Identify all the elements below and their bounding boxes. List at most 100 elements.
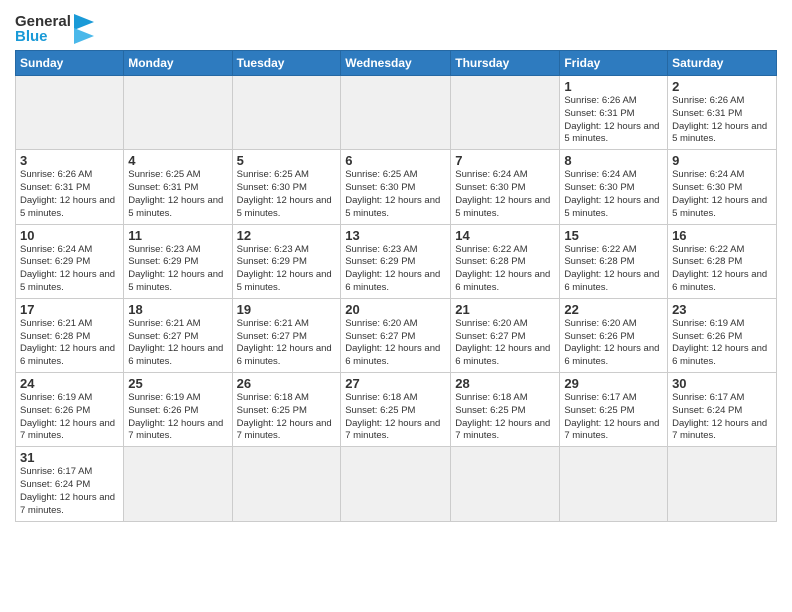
calendar-cell: 5Sunrise: 6:25 AM Sunset: 6:30 PM Daylig… — [232, 150, 341, 224]
calendar-cell: 8Sunrise: 6:24 AM Sunset: 6:30 PM Daylig… — [560, 150, 668, 224]
calendar-cell: 25Sunrise: 6:19 AM Sunset: 6:26 PM Dayli… — [124, 373, 232, 447]
calendar-cell: 1Sunrise: 6:26 AM Sunset: 6:31 PM Daylig… — [560, 76, 668, 150]
calendar-cell: 21Sunrise: 6:20 AM Sunset: 6:27 PM Dayli… — [451, 298, 560, 372]
day-info: Sunrise: 6:19 AM Sunset: 6:26 PM Dayligh… — [672, 318, 772, 369]
calendar-week-row: 31Sunrise: 6:17 AM Sunset: 6:24 PM Dayli… — [16, 447, 777, 521]
calendar-cell: 9Sunrise: 6:24 AM Sunset: 6:30 PM Daylig… — [668, 150, 777, 224]
day-info: Sunrise: 6:26 AM Sunset: 6:31 PM Dayligh… — [564, 95, 663, 146]
day-number: 7 — [455, 153, 555, 168]
day-number: 22 — [564, 302, 663, 317]
logo-text-block: General Blue — [15, 14, 71, 44]
weekday-header-tuesday: Tuesday — [232, 51, 341, 76]
day-info: Sunrise: 6:17 AM Sunset: 6:25 PM Dayligh… — [564, 392, 663, 443]
day-info: Sunrise: 6:24 AM Sunset: 6:30 PM Dayligh… — [455, 169, 555, 220]
weekday-header-thursday: Thursday — [451, 51, 560, 76]
logo-triangle-icon — [74, 14, 94, 44]
day-info: Sunrise: 6:18 AM Sunset: 6:25 PM Dayligh… — [237, 392, 337, 443]
day-info: Sunrise: 6:24 AM Sunset: 6:30 PM Dayligh… — [564, 169, 663, 220]
weekday-header-monday: Monday — [124, 51, 232, 76]
day-info: Sunrise: 6:19 AM Sunset: 6:26 PM Dayligh… — [128, 392, 227, 443]
day-number: 31 — [20, 450, 119, 465]
day-info: Sunrise: 6:20 AM Sunset: 6:27 PM Dayligh… — [345, 318, 446, 369]
day-info: Sunrise: 6:25 AM Sunset: 6:30 PM Dayligh… — [237, 169, 337, 220]
calendar-cell: 7Sunrise: 6:24 AM Sunset: 6:30 PM Daylig… — [451, 150, 560, 224]
calendar-cell — [668, 447, 777, 521]
day-info: Sunrise: 6:21 AM Sunset: 6:27 PM Dayligh… — [128, 318, 227, 369]
day-info: Sunrise: 6:22 AM Sunset: 6:28 PM Dayligh… — [672, 244, 772, 295]
calendar-cell: 22Sunrise: 6:20 AM Sunset: 6:26 PM Dayli… — [560, 298, 668, 372]
day-number: 26 — [237, 376, 337, 391]
calendar-cell — [16, 76, 124, 150]
day-number: 18 — [128, 302, 227, 317]
day-number: 27 — [345, 376, 446, 391]
calendar-cell: 24Sunrise: 6:19 AM Sunset: 6:26 PM Dayli… — [16, 373, 124, 447]
calendar-cell — [341, 447, 451, 521]
logo-area: General Blue — [15, 10, 94, 44]
calendar-cell — [232, 76, 341, 150]
day-info: Sunrise: 6:19 AM Sunset: 6:26 PM Dayligh… — [20, 392, 119, 443]
calendar-cell: 19Sunrise: 6:21 AM Sunset: 6:27 PM Dayli… — [232, 298, 341, 372]
day-number: 21 — [455, 302, 555, 317]
day-info: Sunrise: 6:26 AM Sunset: 6:31 PM Dayligh… — [20, 169, 119, 220]
day-number: 20 — [345, 302, 446, 317]
calendar-table: SundayMondayTuesdayWednesdayThursdayFrid… — [15, 50, 777, 522]
day-info: Sunrise: 6:24 AM Sunset: 6:30 PM Dayligh… — [672, 169, 772, 220]
day-number: 12 — [237, 228, 337, 243]
logo-blue: Blue — [15, 29, 71, 44]
day-number: 28 — [455, 376, 555, 391]
day-number: 5 — [237, 153, 337, 168]
calendar-cell: 29Sunrise: 6:17 AM Sunset: 6:25 PM Dayli… — [560, 373, 668, 447]
calendar-cell: 4Sunrise: 6:25 AM Sunset: 6:31 PM Daylig… — [124, 150, 232, 224]
calendar-cell: 26Sunrise: 6:18 AM Sunset: 6:25 PM Dayli… — [232, 373, 341, 447]
day-info: Sunrise: 6:23 AM Sunset: 6:29 PM Dayligh… — [128, 244, 227, 295]
calendar-cell: 3Sunrise: 6:26 AM Sunset: 6:31 PM Daylig… — [16, 150, 124, 224]
calendar-cell: 13Sunrise: 6:23 AM Sunset: 6:29 PM Dayli… — [341, 224, 451, 298]
calendar-cell — [232, 447, 341, 521]
day-number: 29 — [564, 376, 663, 391]
day-info: Sunrise: 6:25 AM Sunset: 6:31 PM Dayligh… — [128, 169, 227, 220]
calendar-page: General Blue SundayMondayTuesdayWednesda… — [0, 0, 792, 612]
day-number: 16 — [672, 228, 772, 243]
day-info: Sunrise: 6:18 AM Sunset: 6:25 PM Dayligh… — [345, 392, 446, 443]
calendar-cell: 23Sunrise: 6:19 AM Sunset: 6:26 PM Dayli… — [668, 298, 777, 372]
calendar-cell: 6Sunrise: 6:25 AM Sunset: 6:30 PM Daylig… — [341, 150, 451, 224]
day-info: Sunrise: 6:26 AM Sunset: 6:31 PM Dayligh… — [672, 95, 772, 146]
day-number: 30 — [672, 376, 772, 391]
calendar-cell: 18Sunrise: 6:21 AM Sunset: 6:27 PM Dayli… — [124, 298, 232, 372]
day-number: 11 — [128, 228, 227, 243]
weekday-header-row: SundayMondayTuesdayWednesdayThursdayFrid… — [16, 51, 777, 76]
day-number: 17 — [20, 302, 119, 317]
calendar-cell: 12Sunrise: 6:23 AM Sunset: 6:29 PM Dayli… — [232, 224, 341, 298]
calendar-cell — [451, 76, 560, 150]
header: General Blue — [15, 10, 777, 44]
weekday-header-sunday: Sunday — [16, 51, 124, 76]
day-number: 1 — [564, 79, 663, 94]
calendar-cell — [124, 76, 232, 150]
logo: General Blue — [15, 14, 94, 44]
calendar-cell: 17Sunrise: 6:21 AM Sunset: 6:28 PM Dayli… — [16, 298, 124, 372]
day-number: 2 — [672, 79, 772, 94]
day-info: Sunrise: 6:17 AM Sunset: 6:24 PM Dayligh… — [20, 466, 119, 517]
calendar-cell — [451, 447, 560, 521]
day-number: 14 — [455, 228, 555, 243]
day-info: Sunrise: 6:20 AM Sunset: 6:26 PM Dayligh… — [564, 318, 663, 369]
day-info: Sunrise: 6:17 AM Sunset: 6:24 PM Dayligh… — [672, 392, 772, 443]
calendar-week-row: 3Sunrise: 6:26 AM Sunset: 6:31 PM Daylig… — [16, 150, 777, 224]
day-number: 25 — [128, 376, 227, 391]
day-info: Sunrise: 6:22 AM Sunset: 6:28 PM Dayligh… — [455, 244, 555, 295]
calendar-cell: 14Sunrise: 6:22 AM Sunset: 6:28 PM Dayli… — [451, 224, 560, 298]
logo-general: General — [15, 14, 71, 29]
day-info: Sunrise: 6:22 AM Sunset: 6:28 PM Dayligh… — [564, 244, 663, 295]
calendar-cell: 20Sunrise: 6:20 AM Sunset: 6:27 PM Dayli… — [341, 298, 451, 372]
day-info: Sunrise: 6:21 AM Sunset: 6:28 PM Dayligh… — [20, 318, 119, 369]
day-number: 10 — [20, 228, 119, 243]
day-info: Sunrise: 6:21 AM Sunset: 6:27 PM Dayligh… — [237, 318, 337, 369]
calendar-cell — [560, 447, 668, 521]
calendar-cell: 16Sunrise: 6:22 AM Sunset: 6:28 PM Dayli… — [668, 224, 777, 298]
day-number: 6 — [345, 153, 446, 168]
calendar-cell — [341, 76, 451, 150]
day-info: Sunrise: 6:23 AM Sunset: 6:29 PM Dayligh… — [345, 244, 446, 295]
calendar-week-row: 17Sunrise: 6:21 AM Sunset: 6:28 PM Dayli… — [16, 298, 777, 372]
calendar-cell: 11Sunrise: 6:23 AM Sunset: 6:29 PM Dayli… — [124, 224, 232, 298]
calendar-week-row: 24Sunrise: 6:19 AM Sunset: 6:26 PM Dayli… — [16, 373, 777, 447]
